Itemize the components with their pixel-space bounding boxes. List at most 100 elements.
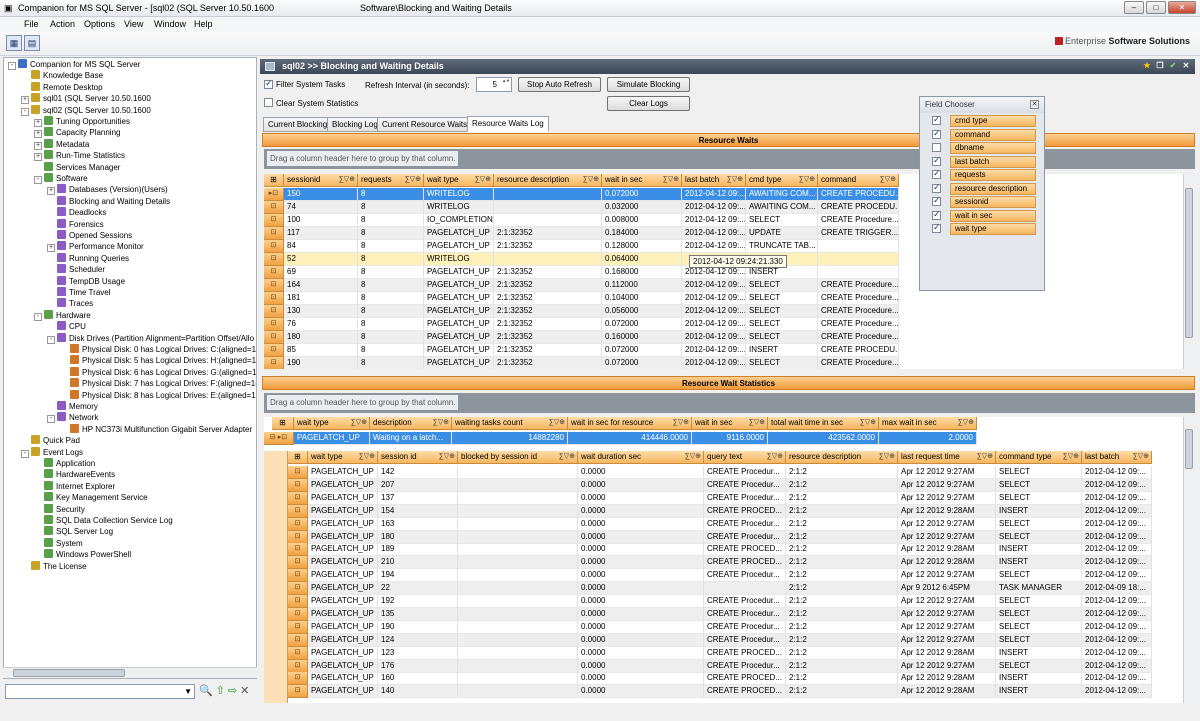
check-icon[interactable]: ✔ — [1168, 61, 1178, 71]
column-chooser-icon[interactable]: ⊞ — [264, 174, 284, 187]
sort-filter-icon[interactable]: ∑▽⊕ — [339, 174, 355, 186]
table-row[interactable]: 85 8 PAGELATCH_UP 2:1:32352 0.072000 2012-04-… — [264, 344, 1184, 357]
child-table-row[interactable]: PAGELATCH_UP 22 0.0000 2:1:2 Apr 9 2012 6:45… — [264, 582, 1184, 596]
child-table-row[interactable]: PAGELATCH_UP 190 0.0000 CREATE Procedur... 2… — [264, 620, 1184, 634]
sort-filter-icon[interactable]: ∑▽⊕ — [799, 174, 815, 186]
child-table-row[interactable]: PAGELATCH_UP 180 0.0000 CREATE Procedur... 2… — [264, 530, 1184, 544]
menu-view[interactable]: View — [124, 19, 143, 29]
child-header-last-request-time[interactable]: last request time ∑▽⊕ — [898, 451, 996, 464]
field-checkbox[interactable] — [932, 143, 941, 152]
child-header-resource-description[interactable]: resource description ∑▽⊕ — [786, 451, 898, 464]
maximize-button[interactable]: □ — [1146, 1, 1166, 14]
row-selector-icon[interactable]: ⊡ — [288, 582, 308, 596]
child-table-row[interactable]: PAGELATCH_UP 123 0.0000 CREATE PROCED... 2:1… — [264, 646, 1184, 660]
row-selector-icon[interactable]: ⊡ — [288, 646, 308, 660]
child-table-row[interactable]: PAGELATCH_UP 140 0.0000 CREATE PROCED... 2:1… — [264, 685, 1184, 699]
row-selector-icon[interactable]: ⊡ — [288, 659, 308, 673]
layout-grid-icon[interactable]: ▤ — [24, 35, 40, 51]
tree-item-forensics[interactable]: Forensics — [47, 218, 104, 230]
child-header-query-text[interactable]: query text ∑▽⊕ — [704, 451, 786, 464]
tree-item-hp-nc373i-multifunction-gigabit-server-a[interactable]: HP NC373i Multifunction Gigabit Server A… — [60, 423, 252, 435]
field-checkbox[interactable] — [932, 195, 941, 206]
sort-filter-icon[interactable]: ∑▽⊕ — [685, 451, 701, 463]
resource-waits-grid[interactable]: ⊞ sessionid ∑▽⊕ requests ∑▽⊕ wait type ∑▽⊕ reso… — [264, 174, 1184, 369]
sort-filter-icon[interactable]: ∑▽⊕ — [549, 417, 565, 429]
tree-item-hardwareevents[interactable]: HardwareEvents — [34, 469, 115, 480]
field-chooser-item-wait-in-sec[interactable]: wait in sec — [924, 209, 1036, 222]
field-chooser-item-resource-description[interactable]: resource description — [924, 182, 1036, 195]
tree-item-software[interactable]: - Software — [34, 173, 88, 184]
layout-tree-icon[interactable]: ▦ — [6, 35, 22, 51]
resource-waits-vertical-scrollbar[interactable] — [1183, 174, 1194, 369]
wait-stats-header-wait-in-sec[interactable]: wait in sec ∑▽⊕ — [692, 417, 768, 430]
scroll-thumb[interactable] — [13, 669, 125, 677]
child-table-row[interactable]: PAGELATCH_UP 142 0.0000 CREATE Procedur... 2… — [264, 466, 1184, 479]
sort-filter-icon[interactable]: ∑▽⊕ — [433, 417, 449, 429]
row-selector-icon[interactable]: ⊡ — [264, 344, 284, 357]
table-row[interactable]: 84 8 PAGELATCH_UP 2:1:32352 0.128000 2012-04-… — [264, 240, 1184, 253]
wait-statistics-group-bar[interactable]: Drag a column header here to group by th… — [264, 393, 1195, 413]
sort-filter-icon[interactable]: ∑▽⊕ — [663, 174, 679, 186]
child-header-blocked-by-session-id[interactable]: blocked by session id ∑▽⊕ — [458, 451, 578, 464]
child-table-row[interactable]: PAGELATCH_UP 207 0.0000 CREATE Procedur... 2… — [264, 478, 1184, 492]
field-chooser-item-cmd-type[interactable]: cmd type — [924, 114, 1036, 127]
sort-filter-icon[interactable]: ∑▽⊕ — [749, 417, 765, 429]
tree-item-internet-explorer[interactable]: Internet Explorer — [34, 480, 115, 492]
table-row[interactable]: 190 8 PAGELATCH_UP 2:1:32352 0.072000 2012-04… — [264, 357, 1184, 369]
resource-waits-header-sessionid[interactable]: sessionid ∑▽⊕ — [284, 174, 358, 187]
child-table-row[interactable]: PAGELATCH_UP 124 0.0000 CREATE Procedur... 2… — [264, 633, 1184, 647]
field-checkbox[interactable] — [932, 209, 941, 220]
menu-help[interactable]: Help — [194, 19, 213, 29]
expand-row-icon[interactable]: ⊟ ▸⊡ — [264, 432, 294, 445]
sort-filter-icon[interactable]: ∑▽⊕ — [880, 174, 896, 186]
resource-waits-header-cmd-type[interactable]: cmd type ∑▽⊕ — [746, 174, 818, 187]
field-chooser-panel[interactable]: Field Chooser ✕ cmd typecommanddbnamelas… — [919, 96, 1045, 291]
collapse-icon[interactable]: - — [34, 176, 42, 184]
expand-icon[interactable]: + — [47, 187, 55, 196]
tree-item-remote-desktop[interactable]: Remote Desktop — [21, 81, 103, 93]
row-selector-icon[interactable]: ⊡ — [288, 633, 308, 647]
sort-filter-icon[interactable]: ∑▽⊕ — [559, 451, 575, 463]
collapse-icon[interactable]: - — [47, 415, 55, 424]
child-header-last-batch[interactable]: last batch ∑▽⊕ — [1082, 451, 1152, 464]
field-checkbox[interactable] — [932, 222, 941, 233]
collapse-icon[interactable]: - — [34, 312, 42, 321]
sort-filter-icon[interactable]: ∑▽⊕ — [977, 451, 993, 463]
search-icon[interactable]: 🔍 — [199, 685, 213, 697]
sort-filter-icon[interactable]: ∑▽⊕ — [405, 174, 421, 186]
row-selector-icon[interactable]: ⊡ — [264, 253, 284, 266]
wait-stats-header-wait-in-sec-for-resource[interactable]: wait in sec for resource ∑▽⊕ — [568, 417, 692, 430]
tree-item-performance-monitor[interactable]: + Performance Monitor — [47, 241, 144, 253]
child-header-wait-duration-sec[interactable]: wait duration sec ∑▽⊕ — [578, 451, 704, 464]
tree-item-event-logs[interactable]: - Event Logs — [21, 446, 83, 458]
child-table-row[interactable]: PAGELATCH_UP 194 0.0000 CREATE Procedur... 2… — [264, 569, 1184, 583]
tree-item-disk-drives-partition-alignment-partitio[interactable]: - Disk Drives (Partition Alignment=Partit… — [47, 332, 254, 344]
field-checkbox[interactable] — [932, 182, 941, 193]
table-row[interactable]: 180 8 PAGELATCH_UP 2:1:32352 0.160000 2012-04… — [264, 331, 1184, 344]
tab-current-blocking[interactable]: Current Blocking — [263, 117, 333, 132]
child-header-session-id[interactable]: session id ∑▽⊕ — [378, 451, 458, 464]
tree-horizontal-scrollbar[interactable] — [3, 667, 257, 678]
arrow-up-icon[interactable]: ⇧ — [216, 685, 225, 697]
column-chooser-icon[interactable]: ⊞ — [272, 417, 294, 430]
tree-item-key-management-service[interactable]: Key Management Service — [34, 492, 148, 503]
tree-item-capacity-planning[interactable]: + Capacity Planning — [34, 127, 120, 139]
collapse-icon[interactable]: - — [21, 449, 29, 458]
filter-system-tasks-checkbox[interactable] — [264, 78, 273, 89]
sort-filter-icon[interactable]: ∑▽⊕ — [359, 451, 375, 463]
tree-item-sql01-sql-server-10-50-1600[interactable]: + sql01 (SQL Server 10.50.1600 — [21, 93, 151, 105]
tree-item-companion-for-ms-sql-server[interactable]: - Companion for MS SQL Server — [8, 59, 140, 70]
sort-filter-icon[interactable]: ∑▽⊕ — [475, 174, 491, 186]
tree-item-sql02-sql-server-10-50-1600[interactable]: - sql02 (SQL Server 10.50.1600 — [21, 104, 151, 116]
child-header-command-type[interactable]: command type ∑▽⊕ — [996, 451, 1082, 464]
tree-item-quick-pad[interactable]: Quick Pad — [21, 435, 80, 446]
tree-item-physical-disk-8-has-logical-drives-e-ali[interactable]: Physical Disk: 8 has Logical Drives: E:(… — [60, 389, 256, 401]
tree-item-databases-version-users[interactable]: + Databases (Version)(Users) — [47, 184, 168, 196]
wait-stats-header-waiting-tasks-count[interactable]: waiting tasks count ∑▽⊕ — [452, 417, 568, 430]
field-chooser-item-dbname[interactable]: dbname — [924, 142, 1036, 154]
sort-filter-icon[interactable]: ∑▽⊕ — [583, 174, 599, 186]
row-selector-icon[interactable]: ▸⊡ — [264, 188, 284, 201]
field-chooser-item-requests[interactable]: requests — [924, 168, 1036, 181]
tree-item-security[interactable]: Security — [34, 503, 85, 515]
child-table-row[interactable]: PAGELATCH_UP 192 0.0000 CREATE Procedur... 2… — [264, 595, 1184, 608]
